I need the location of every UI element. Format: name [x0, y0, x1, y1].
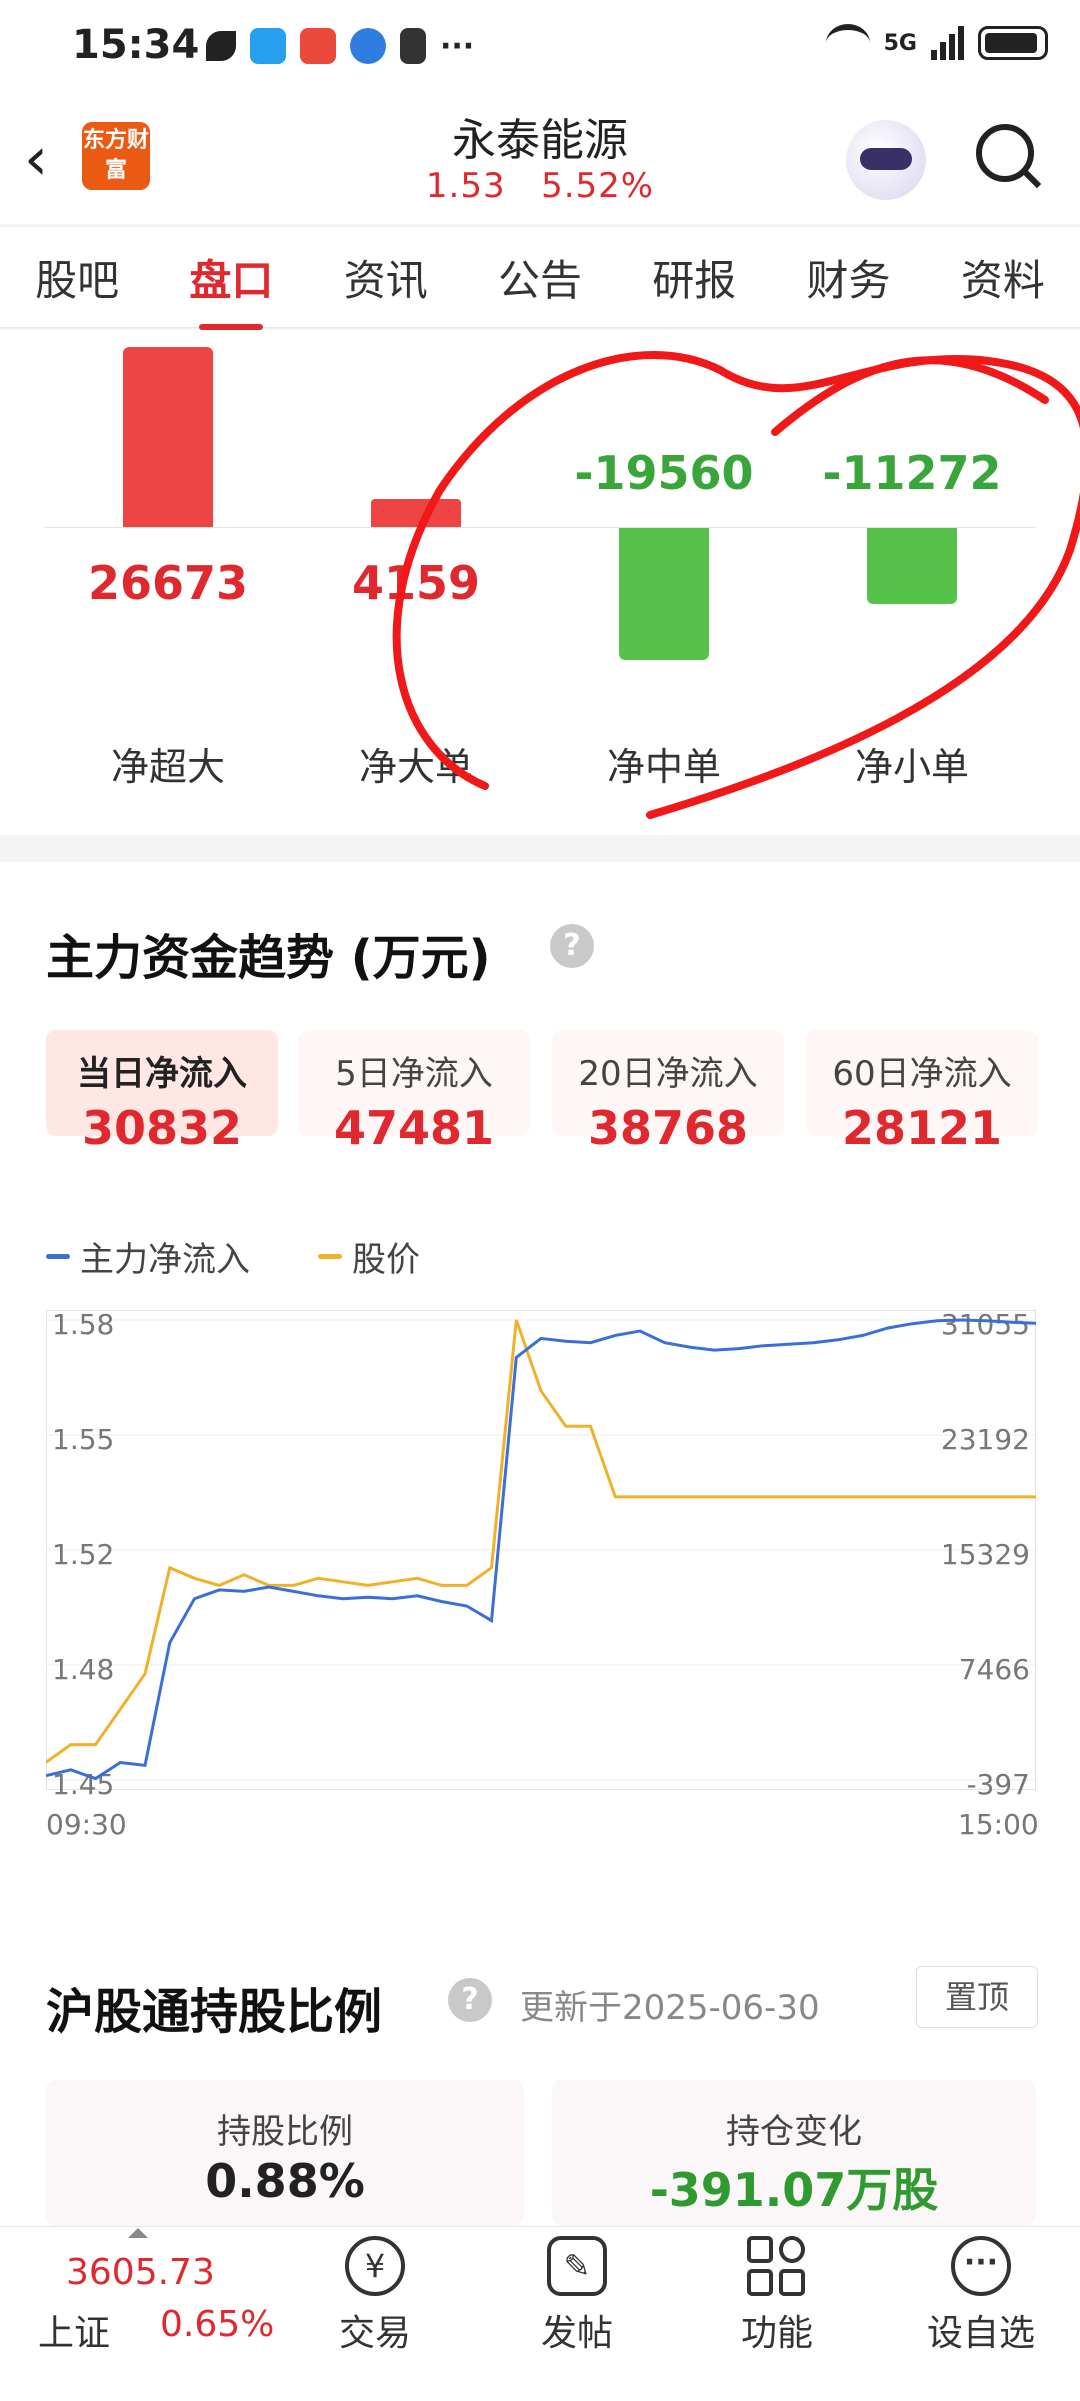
nav-add-watchlist[interactable]: ··· 设自选 — [906, 2236, 1056, 2356]
right-tick-label: -397 — [966, 1768, 1030, 1800]
flow-bar-super-large — [123, 347, 213, 527]
nav-trade[interactable]: ¥ 交易 — [300, 2236, 450, 2356]
tab-research[interactable]: 研报 — [648, 247, 740, 308]
legend-flow-label: 主力净流入 — [80, 1240, 250, 1280]
nav-functions[interactable]: 功能 — [702, 2236, 852, 2356]
yen-exchange-icon: ¥ — [345, 2236, 405, 2296]
app-icon-feather — [400, 28, 426, 64]
more-notifications-icon: ··· — [440, 28, 475, 64]
edit-icon: ✎ — [547, 2236, 607, 2296]
left-tick-label: 1.58 — [52, 1310, 114, 1341]
legend-price-label: 股价 — [352, 1240, 420, 1280]
period-20d[interactable]: 20日净流入 38768 — [552, 1030, 784, 1155]
stock-price: 1.53 — [425, 166, 506, 206]
flow-label-super-large: 净超大 — [110, 745, 225, 789]
period-5d-label: 5日净流入 — [335, 1054, 493, 1094]
legend-line-flow — [46, 1254, 70, 1259]
period-60d-value: 28121 — [841, 1101, 1003, 1155]
network-type: 5G — [883, 30, 917, 56]
right-tick-label: 31055 — [941, 1310, 1030, 1341]
red-circle-annotation — [392, 351, 1080, 819]
nav-post[interactable]: ✎ 发帖 — [502, 2236, 652, 2356]
status-right: 5G — [825, 24, 1048, 62]
index-change[interactable]: 0.65% — [160, 2304, 274, 2345]
tab-guba[interactable]: 股吧 — [31, 247, 123, 308]
tab-pankou[interactable]: 盘口 — [185, 247, 277, 330]
legend-line-price — [318, 1254, 342, 1259]
question-circle-icon[interactable]: ? — [550, 924, 594, 968]
app-icon-globe — [350, 28, 386, 64]
tab-news[interactable]: 资讯 — [340, 247, 432, 308]
change-label: 持仓变化 — [726, 2112, 862, 2152]
period-5d-value: 47481 — [333, 1101, 495, 1155]
right-tick-label: 15329 — [941, 1538, 1030, 1571]
index-chevron-up-icon[interactable] — [128, 2228, 148, 2238]
hk-connect-updated: 更新于2025-06-30 — [520, 1988, 820, 2028]
nav-functions-label: 功能 — [740, 2313, 813, 2354]
holding-value: 0.88% — [205, 2154, 365, 2208]
nav-trade-label: 交易 — [338, 2313, 411, 2354]
nav-post-label: 发帖 — [540, 2313, 613, 2354]
app-icon-blue — [250, 28, 286, 64]
x-axis-start: 09:30 — [46, 1808, 127, 1841]
trend-title: 主力资金趋势 (万元) — [46, 930, 491, 986]
pin-button[interactable]: 置顶 — [916, 1966, 1038, 2028]
nav-add-watchlist-label: 设自选 — [926, 2313, 1035, 2354]
left-tick-label: 1.52 — [52, 1538, 114, 1571]
period-5d[interactable]: 5日净流入 47481 — [298, 1030, 530, 1155]
holding-label: 持股比例 — [217, 2112, 353, 2152]
tab-announcements[interactable]: 公告 — [494, 247, 586, 308]
period-20d-label: 20日净流入 — [578, 1054, 758, 1094]
tab-finance[interactable]: 财务 — [803, 247, 895, 308]
x-axis-end: 15:00 — [958, 1808, 1039, 1841]
period-today-label: 当日净流入 — [77, 1054, 247, 1094]
app-icon-compass — [300, 28, 336, 64]
apps-icon — [747, 2236, 807, 2296]
status-time: 15:34 — [72, 22, 200, 68]
signal-icon — [931, 26, 964, 60]
status-notification-icons: ··· — [206, 28, 474, 64]
right-tick-label: 23192 — [941, 1423, 1030, 1456]
wifi-icon — [825, 24, 870, 62]
flow-value-super-large: 26673 — [87, 556, 249, 610]
stock-change: 5.52% — [541, 166, 655, 206]
hk-connect-title: 沪股通持股比例 — [46, 1984, 383, 2040]
left-tick-label: 1.55 — [52, 1423, 114, 1456]
more-circle-icon: ··· — [951, 2236, 1011, 2296]
period-20d-value: 38768 — [587, 1101, 749, 1155]
period-today[interactable]: 当日净流入 30832 — [46, 1030, 278, 1155]
index-value[interactable]: 3605.73 — [66, 2252, 215, 2293]
period-today-value: 30832 — [81, 1101, 243, 1155]
price-line — [46, 1319, 1036, 1764]
notification-icon — [206, 31, 236, 61]
ai-assistant-avatar[interactable] — [846, 120, 926, 200]
left-tick-label: 1.48 — [52, 1653, 114, 1686]
trend-chart: 1.58 310551.55 231921.52 153291.48 74661.45-… — [46, 1310, 1036, 1800]
right-tick-label: 7466 — [959, 1653, 1030, 1686]
change-value: -391.07万股 — [649, 2163, 939, 2217]
tab-profile[interactable]: 资料 — [957, 247, 1049, 308]
tab-bar: 股吧 盘口 资讯 公告 研报 财务 资料 — [0, 226, 1080, 330]
index-name[interactable]: 上证 — [38, 2304, 110, 2356]
battery-icon — [978, 26, 1048, 60]
period-60d[interactable]: 60日净流入 28121 — [806, 1030, 1038, 1155]
search-icon[interactable] — [976, 124, 1034, 182]
chart-legend: 主力净流入 股价 — [46, 1232, 420, 1281]
period-60d-label: 60日净流入 — [832, 1054, 1012, 1094]
question-circle-icon[interactable]: ? — [448, 1978, 492, 2022]
